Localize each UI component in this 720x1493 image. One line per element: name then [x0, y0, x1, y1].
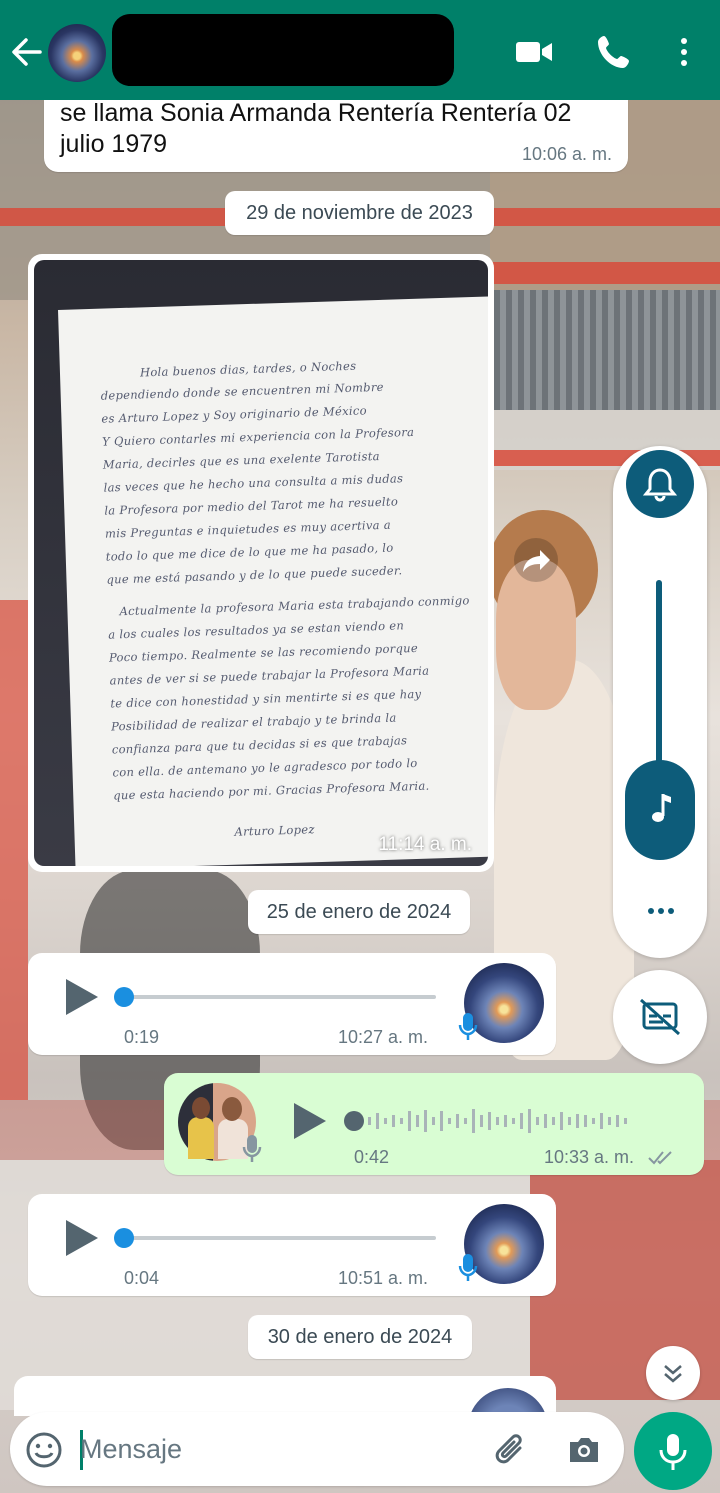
mic-icon: [242, 1133, 262, 1165]
letter-line: con ella. de antemano yo le agradesco po…: [112, 755, 418, 780]
letter-line: es Arturo Lopez y Soy originario de Méxi…: [101, 403, 368, 426]
incoming-image-message[interactable]: Hola buenos dias, tardes, o Noches depen…: [28, 254, 494, 872]
message-time: 10:27 a. m.: [338, 1027, 429, 1047]
volume-slider-fill[interactable]: [656, 580, 662, 780]
play-icon[interactable]: [64, 977, 100, 1017]
message-time: 10:51 a. m.: [338, 1268, 429, 1288]
message-input[interactable]: [80, 1424, 460, 1474]
audio-duration: 0:42: [354, 1147, 390, 1167]
camera-icon[interactable]: [564, 1430, 604, 1475]
letter-line: que me está pasando y de lo que puede su…: [106, 563, 403, 587]
letter-line: que esta haciendo por mi. Gracias Profes…: [113, 778, 430, 803]
chat-header: [0, 0, 720, 100]
handwritten-letter: Hola buenos dias, tardes, o Noches depen…: [58, 296, 488, 866]
arrow-left-icon[interactable]: [10, 30, 46, 74]
audio-duration: 0:04: [124, 1268, 160, 1288]
mic-icon: [458, 1252, 478, 1284]
forward-icon[interactable]: [514, 538, 558, 582]
letter-line: las veces que he hecho una consulta a mi…: [103, 471, 404, 495]
outgoing-voice-message[interactable]: 0:42 10:33 a. m.: [164, 1073, 704, 1175]
captions-off-icon[interactable]: [613, 970, 707, 1064]
audio-waveform[interactable]: [368, 1105, 668, 1137]
letter-photo[interactable]: Hola buenos dias, tardes, o Noches depen…: [34, 260, 488, 866]
letter-line: confianza para que tu decidas si es que …: [111, 733, 408, 757]
mic-icon: [458, 1011, 478, 1043]
contact-name-redacted[interactable]: [112, 14, 454, 86]
letter-line: te dice con honestidad y sin mentirte si…: [110, 686, 422, 711]
scroll-down-icon[interactable]: [646, 1346, 700, 1400]
letter-line: Hola buenos dias, tardes, o Noches: [139, 358, 357, 380]
letter-line: Maria, decirles que es una exelente Taro…: [102, 448, 380, 472]
date-separator: 30 de enero de 2024: [248, 1315, 472, 1359]
message-time: 11:14 a. m.: [378, 834, 472, 855]
message-time: 10:06 a. m.: [521, 144, 612, 164]
audio-progress-knob[interactable]: [114, 1228, 134, 1248]
incoming-voice-message[interactable]: 0:04 10:51 a. m.: [28, 1194, 556, 1296]
music-note-icon[interactable]: [625, 760, 695, 860]
audio-progress-track[interactable]: [118, 995, 436, 999]
phone-icon[interactable]: [592, 30, 636, 74]
bell-icon[interactable]: [626, 450, 694, 518]
incoming-voice-message[interactable]: 0:19 10:27 a. m.: [28, 953, 556, 1055]
letter-line: todo lo que me dice de lo que me ha pasa…: [105, 540, 394, 564]
letter-line: antes de ver si se puede trabajar la Pro…: [109, 663, 430, 688]
letter-line: Y Quiero contarles mi experiencia con la…: [101, 424, 415, 449]
letter-line: Actualmente la profesora Maria esta trab…: [119, 593, 470, 619]
contact-avatar[interactable]: [48, 24, 106, 82]
attach-icon[interactable]: [492, 1430, 532, 1475]
letter-line: la Profesora por medio del Tarot me ha r…: [104, 494, 399, 518]
audio-progress-track[interactable]: [118, 1236, 436, 1240]
letter-line: dependiendo donde se encuentren mi Nombr…: [100, 379, 384, 403]
incoming-text-message[interactable]: se llama Sonia Armanda Rentería Rentería…: [44, 99, 628, 172]
mic-icon[interactable]: [634, 1412, 712, 1490]
date-separator: 25 de enero de 2024: [248, 890, 470, 934]
double-check-icon: [648, 1149, 674, 1172]
letter-line: Poco tiempo. Realmente se las recomiendo…: [108, 640, 419, 665]
more-vertical-icon[interactable]: [664, 30, 704, 74]
letter-line: mis Preguntas e inquietudes es muy acert…: [104, 517, 392, 541]
letter-line: a los cuales los resultados ya se estan …: [108, 618, 405, 642]
more-horizontal-icon[interactable]: [641, 896, 681, 926]
play-icon[interactable]: [292, 1101, 328, 1141]
video-call-icon[interactable]: [512, 30, 556, 74]
message-composer: [10, 1412, 624, 1486]
volume-panel: [613, 446, 707, 958]
audio-duration: 0:19: [124, 1027, 160, 1047]
message-time: 10:33 a. m.: [544, 1147, 635, 1167]
play-icon[interactable]: [64, 1218, 100, 1258]
date-separator: 29 de noviembre de 2023: [225, 191, 494, 235]
incoming-voice-message-partial[interactable]: [14, 1376, 556, 1428]
audio-progress-knob[interactable]: [114, 987, 134, 1007]
emoji-icon[interactable]: [24, 1430, 64, 1475]
letter-signature: Arturo Lopez: [234, 822, 315, 839]
letter-line: Posibilidad de realizar el trabajo y te …: [110, 710, 397, 734]
audio-progress-knob[interactable]: [344, 1111, 364, 1131]
